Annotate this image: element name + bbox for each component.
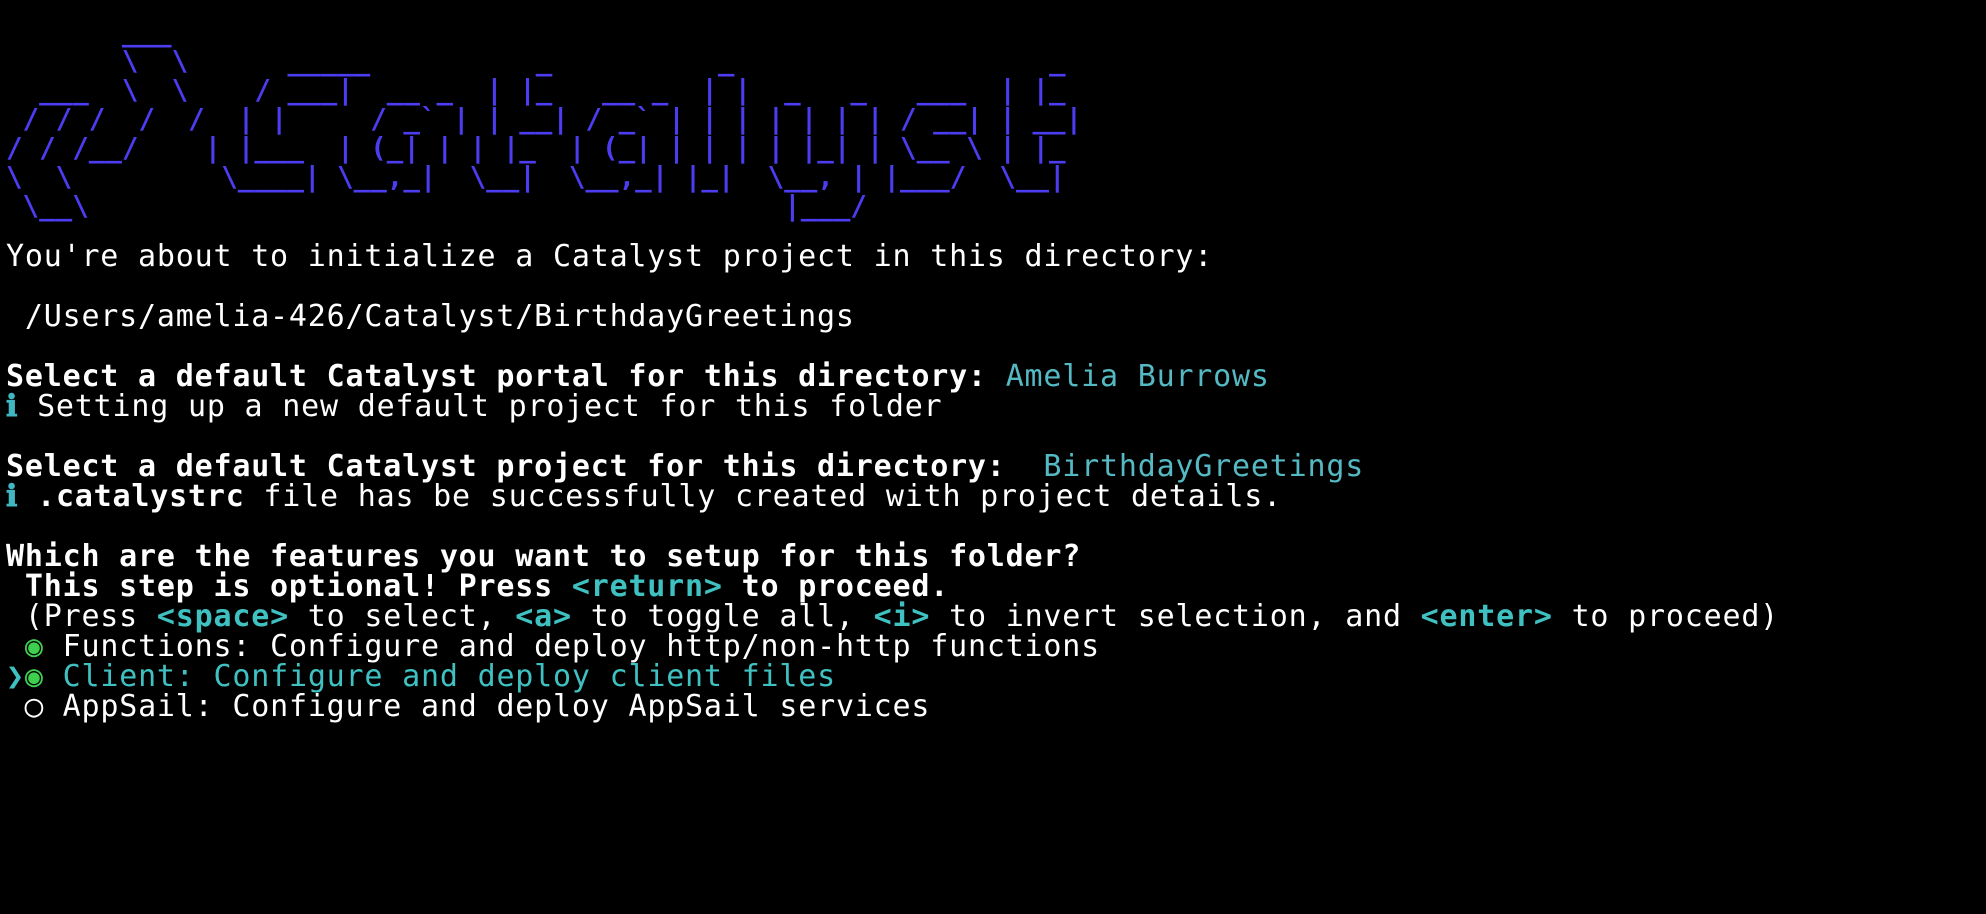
portal-answer: Amelia Burrows — [1005, 359, 1270, 394]
info-icon: ℹ — [6, 479, 19, 514]
catalystrc-filename: .catalystrc — [37, 479, 245, 514]
option-pointer — [6, 689, 25, 724]
portal-info-text: Setting up a new default project for thi… — [18, 389, 943, 424]
help-text: to proceed) — [1552, 599, 1780, 634]
feature-option-appsail[interactable]: ◯ AppSail: Configure and deploy AppSail … — [6, 688, 930, 726]
terminal-window: ___ \ \ _____ _ _ _ ___ \ \ / ___| __ _ … — [0, 0, 1986, 914]
catalyst-ascii-logo: ___ \ \ _____ _ _ _ ___ \ \ / ___| __ _ … — [6, 16, 1083, 222]
project-info: ℹ .catalystrc file has be successfully c… — [6, 478, 1282, 516]
enter-key-hint: <enter> — [1420, 599, 1553, 634]
portal-info: ℹ Setting up a new default project for t… — [6, 388, 942, 426]
option-label: AppSail: Configure and deploy AppSail se… — [62, 689, 931, 724]
info-icon: ℹ — [6, 389, 19, 424]
project-info-text: file has be successfully created with pr… — [244, 479, 1282, 514]
intro-text: You're about to initialize a Catalyst pr… — [6, 239, 1214, 274]
unchecked-circle-icon[interactable]: ◯ — [25, 689, 44, 724]
directory-path: /Users/amelia-426/Catalyst/BirthdayGreet… — [6, 299, 855, 334]
